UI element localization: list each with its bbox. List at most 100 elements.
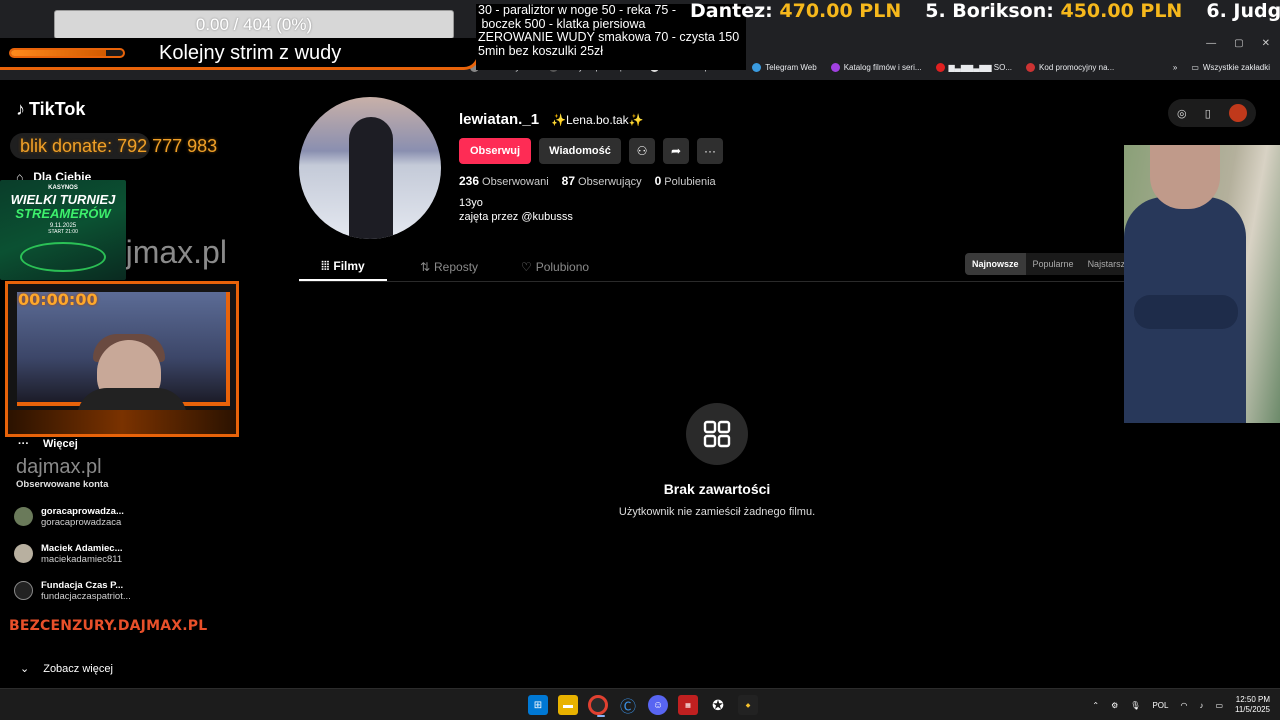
tiktok-logo-text: TikTok bbox=[29, 99, 86, 119]
account-handle: fundacjaczaspatriot... bbox=[41, 590, 131, 602]
tab-label: Filmy bbox=[333, 259, 365, 273]
volume-icon[interactable]: ♪ bbox=[1199, 701, 1203, 710]
profile-actions: Obserwuj Wiadomość ⚇ ➦ ··· bbox=[459, 138, 723, 164]
bookmark-label: ▆▃▆▆▃▆▆ SO... bbox=[948, 62, 1013, 72]
sparkle-icon: ✨ bbox=[628, 113, 644, 127]
likes-count: 0 bbox=[654, 174, 662, 188]
file-explorer-icon[interactable]: ▬ bbox=[558, 695, 578, 715]
tiktok-logo[interactable]: ♪ TikTok bbox=[16, 99, 85, 120]
mini-progress-fill bbox=[11, 50, 107, 56]
menu-line: 5min bez koszulki 25zł bbox=[478, 43, 604, 58]
menu-line: ZEROWANIE WUDY smakowa 70 - czysta 150 bbox=[478, 30, 740, 44]
webcam-person-arms bbox=[1134, 295, 1238, 329]
profile-avatar[interactable] bbox=[299, 97, 441, 239]
window-controls: — ▢ ✕ bbox=[1206, 38, 1270, 49]
bezcenzury-watermark: BEZCENZURY.DAJMAX.PL bbox=[9, 618, 208, 634]
bookmark-label: Katalog filmów i seri... bbox=[843, 62, 922, 72]
follow-button[interactable]: Obserwuj bbox=[459, 138, 531, 164]
followed-accounts-title: Obserwowane konta bbox=[16, 479, 109, 490]
chevron-down-icon: ⌄ bbox=[20, 663, 30, 675]
more-options-icon[interactable]: ··· bbox=[697, 138, 723, 164]
bookmark-3[interactable]: Telegram Web bbox=[752, 62, 817, 72]
discord-icon[interactable]: ☺ bbox=[648, 695, 668, 715]
steam-icon[interactable]: ⚙ bbox=[1111, 701, 1118, 710]
battery-icon[interactable]: ▭ bbox=[1215, 701, 1223, 710]
language-indicator[interactable]: POL bbox=[1152, 701, 1168, 710]
site-icon bbox=[830, 62, 840, 72]
empty-grid-icon bbox=[686, 403, 748, 465]
followed-account[interactable]: Fundacja Czas P... fundacjaczaspatriot... bbox=[14, 572, 244, 609]
tab-videos[interactable]: ⦙⦙⦙ Filmy bbox=[299, 253, 387, 281]
share-icon[interactable]: ➦ bbox=[663, 138, 689, 164]
tab-liked[interactable]: ♡ Polubiono bbox=[511, 253, 599, 281]
minimize-icon[interactable]: — bbox=[1206, 38, 1216, 49]
compass-icon[interactable]: ◎ bbox=[1177, 107, 1187, 120]
c-app-icon[interactable]: Ⓒ bbox=[618, 695, 638, 716]
account-handle: goracaprowadzaca bbox=[41, 516, 122, 528]
all-bookmarks-label: Wszystkie zakładki bbox=[1202, 62, 1270, 72]
followers-label: Obserwujący bbox=[578, 176, 642, 188]
system-tray: ⌃ ⚙ 🎙 POL ◠ ♪ ▭ 12:50 PM 11/5/2025 bbox=[1092, 689, 1270, 720]
app-icon[interactable]: ▦ bbox=[678, 695, 698, 715]
blik-donate-text: blik donate: 792 777 983 bbox=[20, 136, 218, 156]
app-icon[interactable]: ✪ bbox=[708, 695, 728, 715]
maximize-icon[interactable]: ▢ bbox=[1234, 38, 1243, 49]
see-more-button[interactable]: ⌄ Zobacz więcej bbox=[20, 662, 113, 676]
followed-account[interactable]: goracaprowadza... goracaprowadzaca bbox=[14, 498, 244, 535]
all-bookmarks[interactable]: ▭ Wszystkie zakładki bbox=[1191, 63, 1270, 72]
phone-icon[interactable]: ▯ bbox=[1205, 107, 1211, 120]
wifi-icon[interactable]: ◠ bbox=[1180, 701, 1187, 710]
bookmark-5[interactable]: ▆▃▆▆▃▆▆ SO... bbox=[935, 62, 1013, 72]
youtube-icon bbox=[935, 62, 945, 72]
webcam-bottom-bar bbox=[8, 410, 236, 434]
likes-label: Polubienia bbox=[664, 176, 716, 188]
chevron-right-icon[interactable]: » bbox=[1173, 63, 1177, 72]
following-count: 236 bbox=[459, 174, 480, 188]
more-dots-icon: ··· bbox=[18, 438, 29, 450]
chrome-icon[interactable] bbox=[588, 695, 608, 717]
sort-toggle: Najnowsze Popularne Najstarsze bbox=[965, 253, 1138, 275]
windows-taskbar: ⊞ ▬ Ⓒ ☺ ▦ ✪ ◆ ⌃ ⚙ 🎙 POL ◠ ♪ ▭ 12:50 PM 1… bbox=[0, 688, 1280, 720]
tab-label: Polubiono bbox=[535, 260, 590, 274]
ranking-entry: Dantez: 470.00 PLN bbox=[690, 0, 901, 26]
add-friend-icon[interactable]: ⚇ bbox=[629, 138, 655, 164]
tab-label: Reposty bbox=[434, 260, 479, 274]
bookmark-label: Telegram Web bbox=[765, 62, 817, 72]
webcam-person-head bbox=[1150, 145, 1220, 209]
followed-account[interactable]: Maciek Adamiec... maciekadamiec811 bbox=[14, 535, 244, 572]
nav-more[interactable]: ··· Więcej bbox=[18, 438, 78, 450]
webcam-video bbox=[17, 292, 230, 418]
promo-line1: WIELKI TURNIEJ bbox=[10, 192, 116, 207]
following-stat[interactable]: 236 Obserwowani bbox=[459, 174, 549, 188]
microphone-icon[interactable]: 🎙 bbox=[1130, 701, 1140, 710]
grid-icon bbox=[703, 420, 731, 448]
bookmark-6[interactable]: Kod promocyjny na... bbox=[1026, 62, 1115, 72]
ranking-amount: 450.00 PLN bbox=[1060, 0, 1183, 22]
clock-date: 11/5/2025 bbox=[1235, 705, 1270, 714]
app-icon[interactable]: ◆ bbox=[738, 695, 758, 715]
bookmark-4[interactable]: Katalog filmów i seri... bbox=[830, 62, 922, 72]
streamer-webcam: 00:00:00 bbox=[5, 281, 239, 437]
bookmark-label: Kod promocyjny na... bbox=[1039, 62, 1115, 72]
guest-webcam bbox=[1124, 145, 1280, 423]
sort-newest[interactable]: Najnowsze bbox=[965, 253, 1026, 275]
tab-reposts[interactable]: ⇅ Reposty bbox=[405, 253, 493, 281]
promo-start: START 21:00 bbox=[48, 229, 78, 235]
folder-icon: ▭ bbox=[1191, 62, 1199, 72]
profile-stats: 236 Obserwowani 87 Obserwujący 0 Polubienia bbox=[459, 174, 716, 188]
sort-popular[interactable]: Popularne bbox=[1026, 253, 1081, 275]
stream-timer: 00:00:00 bbox=[18, 290, 98, 309]
windows-start-icon[interactable]: ⊞ bbox=[528, 695, 548, 715]
avatar bbox=[14, 507, 33, 526]
account-name: goracaprowadza... bbox=[41, 505, 124, 517]
user-avatar[interactable] bbox=[1228, 104, 1247, 122]
site-icon bbox=[1026, 62, 1036, 72]
clock[interactable]: 12:50 PM 11/5/2025 bbox=[1235, 695, 1270, 715]
close-icon[interactable]: ✕ bbox=[1262, 38, 1270, 49]
message-button[interactable]: Wiadomość bbox=[539, 138, 621, 164]
empty-state-subtitle: Użytkownik nie zamieścił żadnego filmu. bbox=[618, 506, 816, 518]
account-name: Maciek Adamiec... bbox=[41, 542, 123, 554]
profile-bio-line: 13yo bbox=[459, 197, 483, 209]
chevron-up-icon[interactable]: ⌃ bbox=[1092, 701, 1099, 710]
followers-stat[interactable]: 87 Obserwujący bbox=[562, 174, 642, 188]
